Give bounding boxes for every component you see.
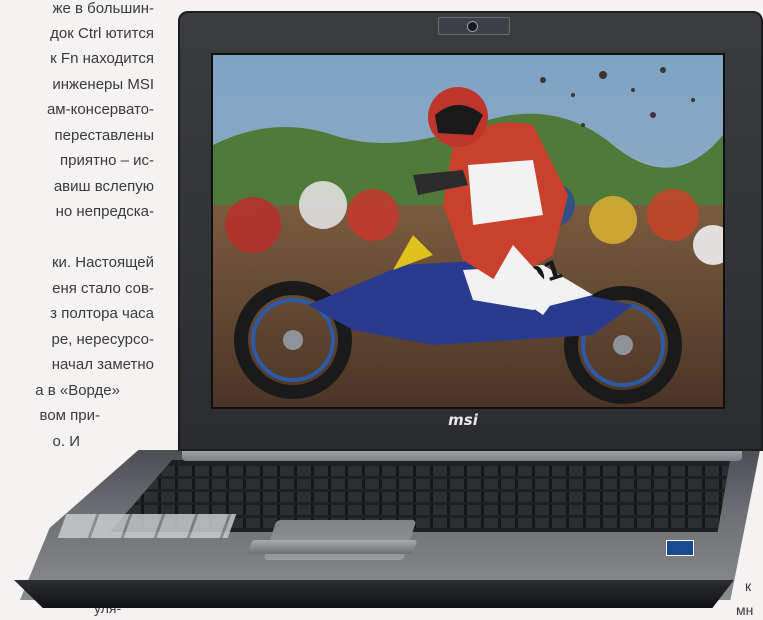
webcam-bar [438,17,510,35]
laptop-lid: 101 msi [178,11,763,451]
touchpad-buttons [247,540,418,554]
msi-logo: msi [448,411,478,429]
laptop-front-edge [14,580,734,608]
motocross-photo: 101 [213,55,723,407]
laptop-screen: 101 [211,53,725,409]
webcam-icon [467,21,478,32]
laptop: 101 msi [0,0,763,620]
intel-badge [666,540,694,556]
sticker-panel [57,514,237,538]
